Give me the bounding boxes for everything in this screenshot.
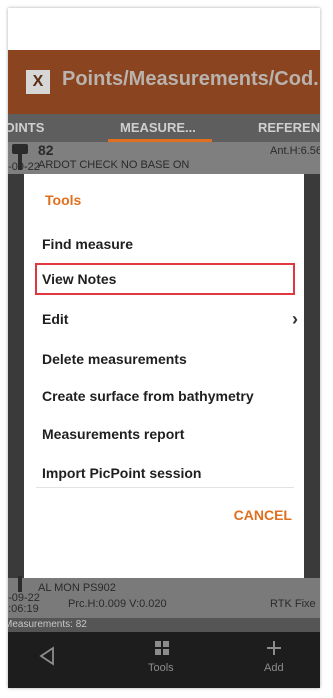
add-button[interactable]: Add — [254, 638, 294, 682]
status-bar — [8, 8, 320, 50]
list-item[interactable]: AL MON PS902 2-09-22 0:06:19 Prc.H:0.009… — [8, 576, 320, 618]
page-title: Points/Measurements/Cod... — [62, 68, 320, 90]
tab-points[interactable]: POINTS — [8, 120, 44, 135]
chevron-right-icon: › — [292, 309, 298, 329]
measurement-count: Measurements: 82 — [8, 619, 87, 630]
measurement-date: 2-09-22 — [8, 161, 40, 173]
plus-icon — [267, 641, 281, 655]
tools-label: Tools — [148, 662, 174, 674]
app-bar: X Points/Measurements/Cod... — [8, 50, 320, 114]
list-item[interactable]: 82 2-09-22 ARDOT CHECK NO BASE ON Ant.H:… — [8, 142, 320, 174]
pole-icon — [18, 576, 22, 592]
gnss-receiver-icon — [12, 144, 28, 154]
measurement-time: 0:06:19 — [8, 603, 39, 615]
cancel-button[interactable]: CANCEL — [234, 507, 292, 523]
dialog-divider — [36, 487, 294, 488]
measurement-count-bar: Measurements: 82 — [8, 618, 320, 632]
menu-item-import-picpoint[interactable]: Import PicPoint session — [36, 458, 294, 488]
add-label: Add — [264, 662, 284, 674]
menu-item-label: Edit — [42, 311, 69, 327]
menu-item-label: Import PicPoint session — [42, 465, 202, 481]
bottom-navigation: Tools Add — [8, 632, 320, 688]
back-button[interactable] — [36, 644, 60, 668]
menu-item-measurements-report[interactable]: Measurements report — [36, 419, 294, 449]
menu-item-find-measure[interactable]: Find measure — [36, 229, 294, 259]
app-logo-icon: X — [26, 70, 50, 94]
measurement-description: ARDOT CHECK NO BASE ON — [38, 159, 190, 171]
menu-item-create-surface[interactable]: Create surface from bathymetry — [36, 381, 294, 411]
tools-dialog: Tools Find measure View Notes Edit › Del… — [24, 174, 304, 578]
menu-item-label: Measurements report — [42, 426, 185, 442]
menu-item-delete-measurements[interactable]: Delete measurements — [36, 344, 294, 374]
grid-icon — [155, 641, 169, 655]
measurement-precision: Prc.H:0.009 V:0.020 — [68, 598, 167, 610]
tab-measurements[interactable]: MEASURE... — [120, 120, 196, 135]
menu-item-view-notes[interactable]: View Notes — [35, 263, 295, 295]
menu-item-edit[interactable]: Edit › — [36, 304, 298, 334]
tab-references[interactable]: REFERENCE — [258, 120, 320, 135]
menu-item-label: Delete measurements — [42, 351, 187, 367]
tab-bar: POINTS MEASURE... REFERENCE — [8, 114, 320, 142]
antenna-height: Ant.H:6.56 — [270, 145, 320, 157]
phone-screen: X Points/Measurements/Cod... POINTS MEAS… — [8, 8, 320, 688]
tools-button[interactable]: Tools — [140, 638, 184, 682]
dialog-title: Tools — [45, 192, 82, 208]
fix-status: RTK Fixe — [270, 598, 316, 610]
menu-item-label: Create surface from bathymetry — [42, 388, 254, 404]
measurement-description: AL MON PS902 — [38, 582, 116, 594]
measurement-id: 82 — [38, 142, 54, 158]
menu-item-label: Find measure — [42, 236, 134, 252]
back-triangle-icon — [39, 646, 54, 666]
menu-item-label: View Notes — [42, 271, 117, 287]
